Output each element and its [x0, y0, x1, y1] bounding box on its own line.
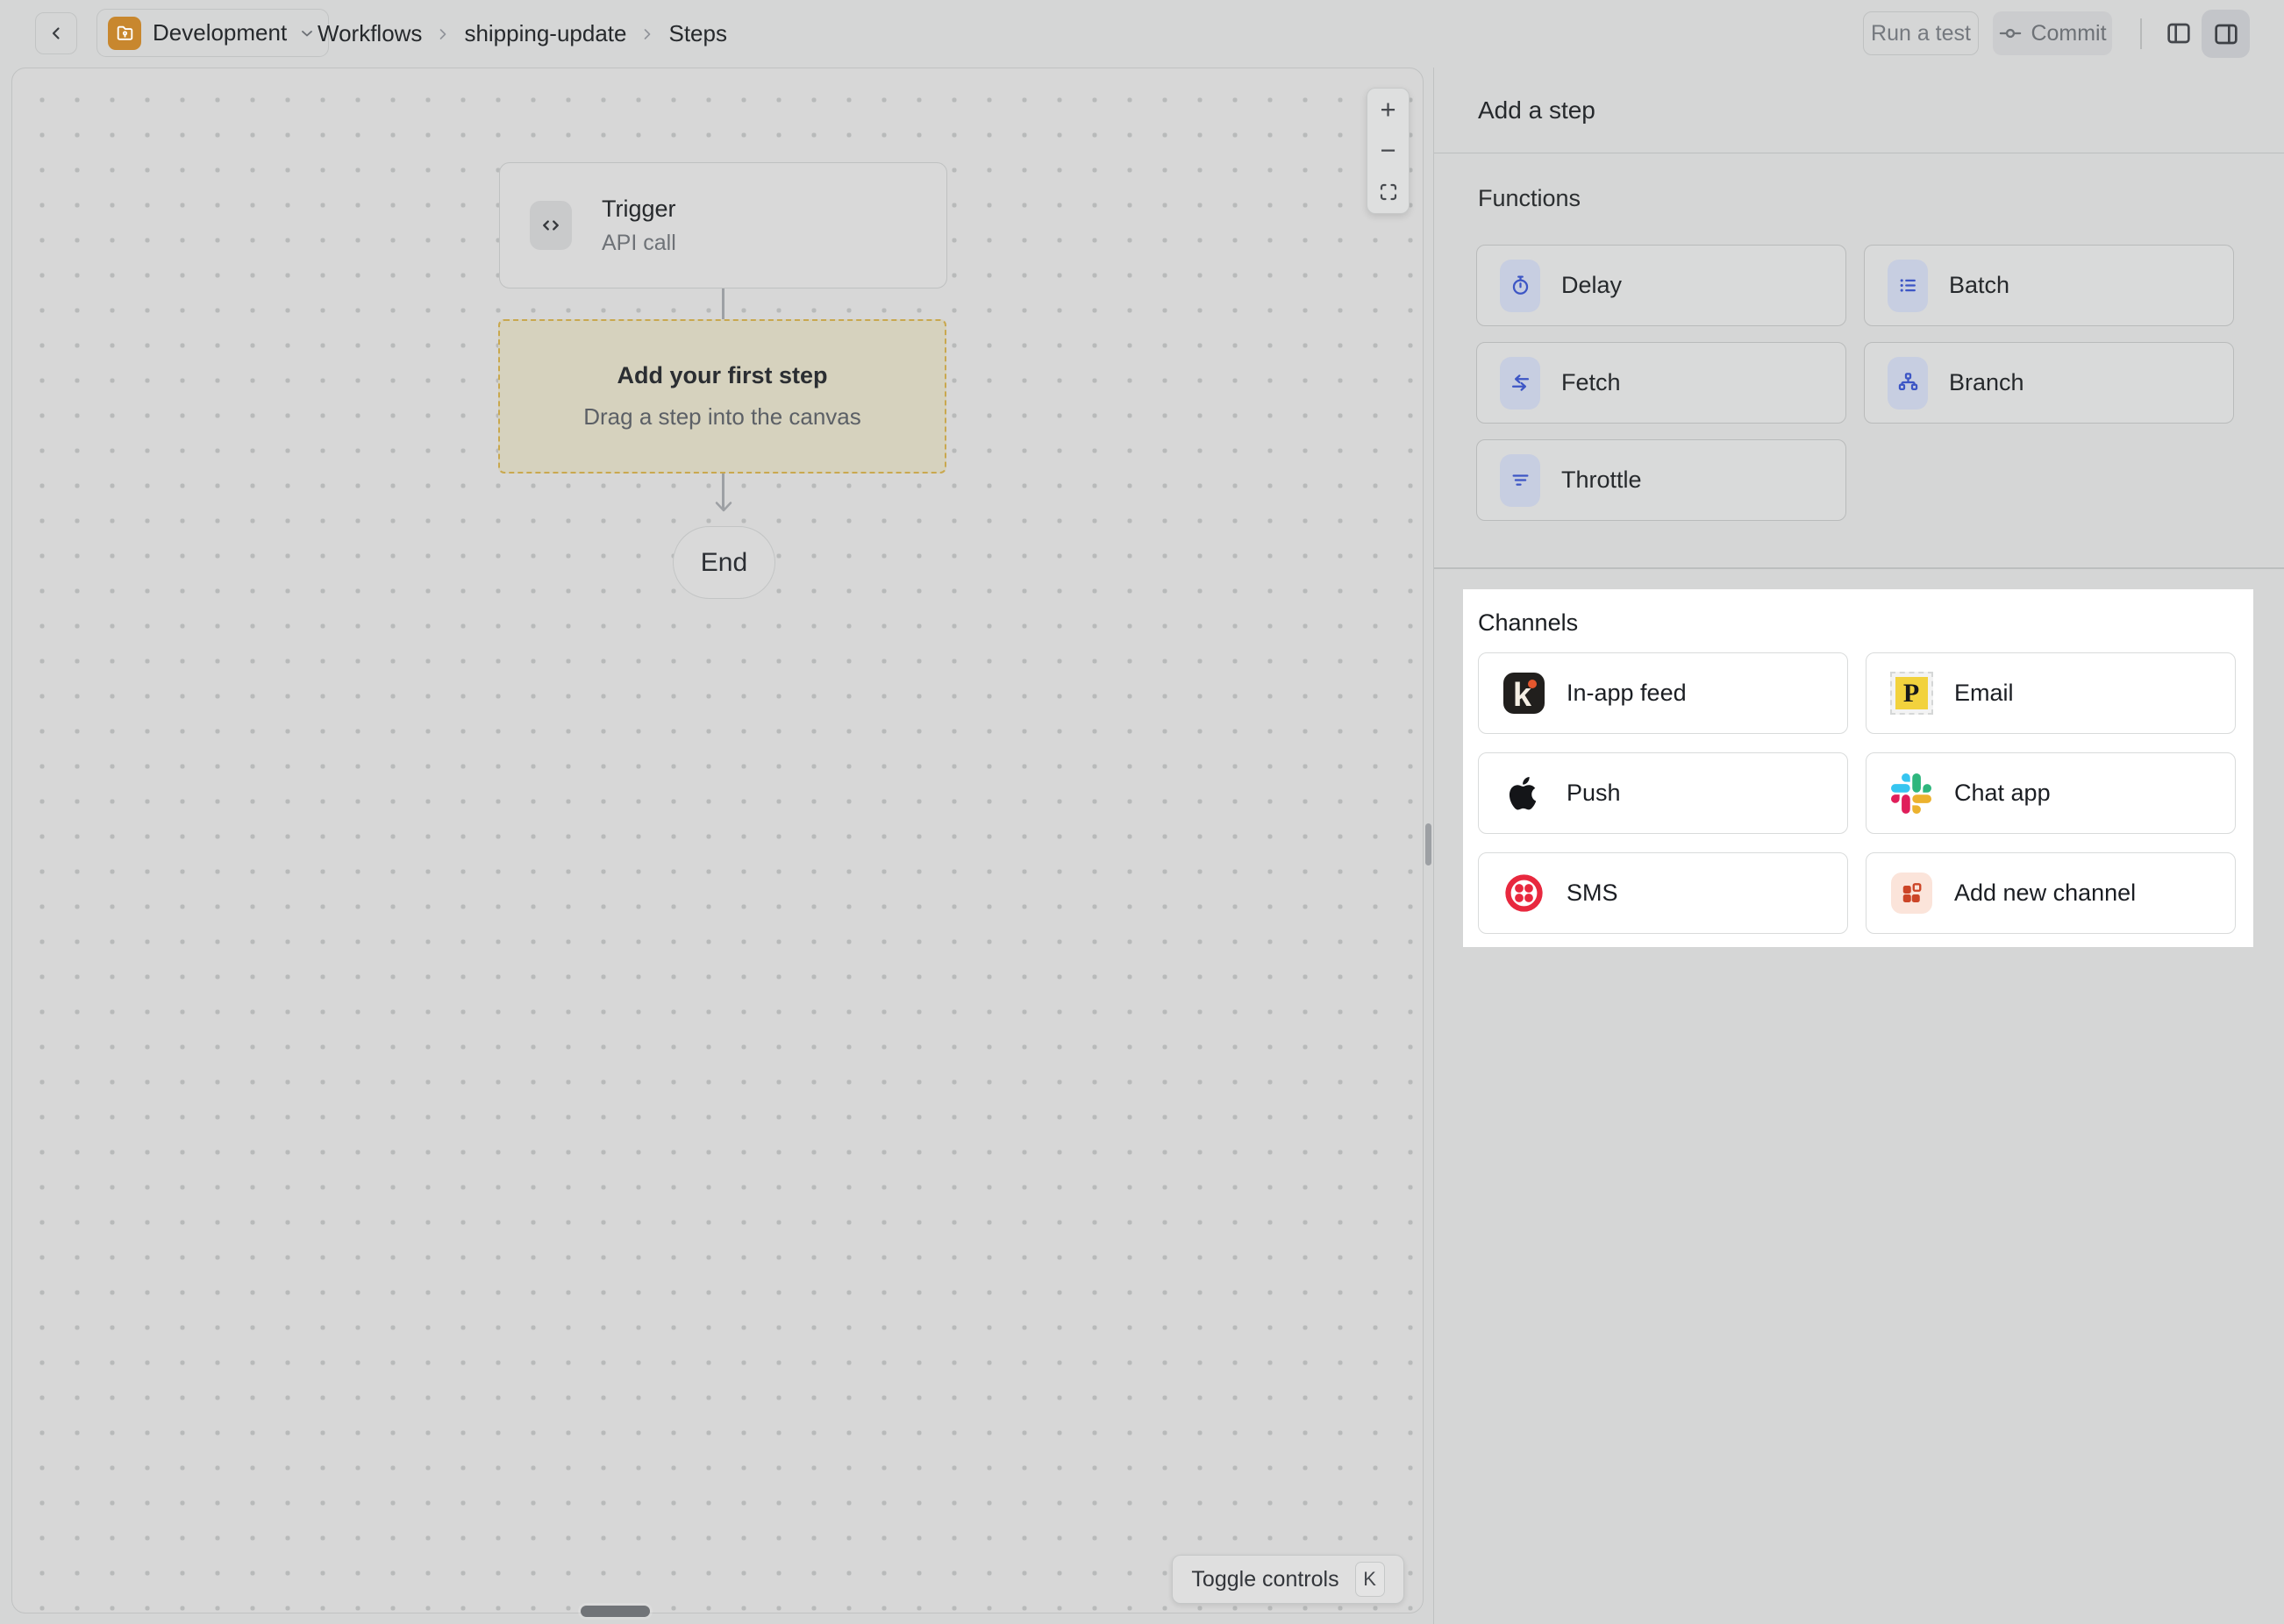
- workflow-builder-app: { "topbar": { "environment_label": "Deve…: [0, 0, 2284, 1624]
- step-card[interactable]: Chat app: [1866, 752, 2236, 834]
- step-card-label: Throttle: [1561, 467, 1642, 494]
- step-card[interactable]: Fetch: [1476, 342, 1846, 424]
- run-a-test-button[interactable]: Run a test: [1863, 11, 1979, 55]
- step-card-label: Batch: [1949, 272, 2009, 299]
- channels-spotlight: Channels k In-app feed P Email Push Chat…: [1463, 589, 2253, 947]
- step-card-label: SMS: [1567, 880, 1618, 907]
- environment-folder-icon: [108, 17, 141, 50]
- step-card[interactable]: P Email: [1866, 652, 2236, 734]
- step-card-label: Fetch: [1561, 369, 1621, 396]
- fit-view-button[interactable]: [1367, 172, 1409, 213]
- step-card[interactable]: Branch: [1864, 342, 2234, 424]
- panel-title: Add a step: [1478, 96, 1595, 125]
- chevron-left-icon: [46, 23, 67, 44]
- stopwatch-icon: [1500, 260, 1540, 312]
- step-card[interactable]: k In-app feed: [1478, 652, 1848, 734]
- step-card[interactable]: Batch: [1864, 245, 2234, 326]
- breadcrumb-page[interactable]: Steps: [668, 20, 727, 47]
- step-card-label: Add new channel: [1954, 880, 2136, 907]
- step-card[interactable]: SMS: [1478, 852, 1848, 934]
- panel-header: Add a step: [1434, 68, 2284, 153]
- dropzone-title: Add your first step: [617, 362, 827, 389]
- toggle-right-panel-button[interactable]: [2202, 10, 2250, 58]
- back-button[interactable]: [35, 12, 77, 54]
- breadcrumb: Workflows shipping-update Steps: [318, 0, 727, 68]
- breadcrumb-separator-icon: [639, 25, 656, 43]
- knock-logo: k: [1502, 672, 1545, 716]
- keyboard-shortcut-badge: K: [1355, 1562, 1385, 1597]
- top-bar: Development Workflows shipping-update St…: [0, 0, 2284, 68]
- commit-icon: [1998, 21, 2023, 46]
- edge-connector: [722, 288, 724, 320]
- step-card-label: In-app feed: [1567, 680, 1687, 707]
- panel-left-icon: [2165, 19, 2193, 47]
- step-card[interactable]: Delay: [1476, 245, 1846, 326]
- toggle-controls-label: Toggle controls: [1191, 1567, 1338, 1592]
- fit-view-icon: [1378, 182, 1399, 203]
- fetch-arrows-icon: [1500, 357, 1540, 410]
- end-node: End: [673, 526, 775, 599]
- branch-icon: [1888, 357, 1928, 410]
- dropzone-subtitle: Drag a step into the canvas: [583, 403, 861, 431]
- horizontal-scrollbar-thumb[interactable]: [581, 1606, 650, 1617]
- add-first-step-dropzone[interactable]: Add your first step Drag a step into the…: [498, 319, 946, 474]
- environment-label: Development: [153, 19, 287, 46]
- commit-label: Commit: [2031, 21, 2106, 46]
- toggle-controls-button[interactable]: Toggle controls K: [1172, 1555, 1404, 1604]
- step-card-label: Branch: [1949, 369, 2024, 396]
- postmark-logo: P: [1889, 672, 1933, 716]
- topbar-divider: [2140, 18, 2142, 49]
- step-card-label: Delay: [1561, 272, 1622, 299]
- breadcrumb-workflow-name[interactable]: shipping-update: [464, 20, 626, 47]
- step-card-label: Chat app: [1954, 780, 2051, 807]
- channels-heading: Channels: [1478, 609, 1578, 637]
- apple-logo: [1502, 772, 1545, 816]
- slack-logo: [1889, 772, 1933, 816]
- add-step-panel: Add a step Functions Delay Batch Fetch B…: [1433, 68, 2284, 1624]
- step-card-label: Email: [1954, 680, 2014, 707]
- zoom-out-button[interactable]: −: [1367, 130, 1409, 171]
- code-icon: [530, 201, 572, 250]
- step-card[interactable]: Push: [1478, 752, 1848, 834]
- step-card[interactable]: Throttle: [1476, 439, 1846, 521]
- batch-list-icon: [1888, 260, 1928, 312]
- breadcrumb-separator-icon: [434, 25, 452, 43]
- breadcrumb-workflows[interactable]: Workflows: [318, 20, 422, 47]
- toggle-left-panel-button[interactable]: [2158, 12, 2200, 54]
- trigger-node[interactable]: Trigger API call: [499, 162, 947, 288]
- add-channel-icon: [1889, 872, 1933, 915]
- throttle-icon: [1500, 454, 1540, 507]
- functions-heading: Functions: [1478, 185, 1581, 212]
- channels-grid: k In-app feed P Email Push Chat app SMS …: [1478, 652, 2236, 934]
- step-card[interactable]: Add new channel: [1866, 852, 2236, 934]
- workflow-canvas[interactable]: Trigger API call Add your first step Dra…: [11, 68, 1424, 1613]
- arrow-head-icon: [714, 500, 733, 514]
- trigger-node-subtitle: API call: [602, 231, 676, 256]
- trigger-node-title: Trigger: [602, 196, 676, 223]
- panel-right-icon: [2212, 20, 2240, 48]
- zoom-controls: + −: [1367, 88, 1410, 214]
- section-divider: [1434, 567, 2284, 569]
- twilio-logo: [1502, 872, 1545, 915]
- chevron-down-icon: [298, 25, 316, 42]
- vertical-scrollbar-thumb[interactable]: [1425, 823, 1431, 865]
- step-card-label: Push: [1567, 780, 1621, 807]
- environment-switcher[interactable]: Development: [96, 9, 329, 57]
- commit-button[interactable]: Commit: [1993, 11, 2112, 55]
- functions-grid: Delay Batch Fetch Branch Throttle: [1476, 245, 2234, 521]
- zoom-in-button[interactable]: +: [1367, 89, 1409, 130]
